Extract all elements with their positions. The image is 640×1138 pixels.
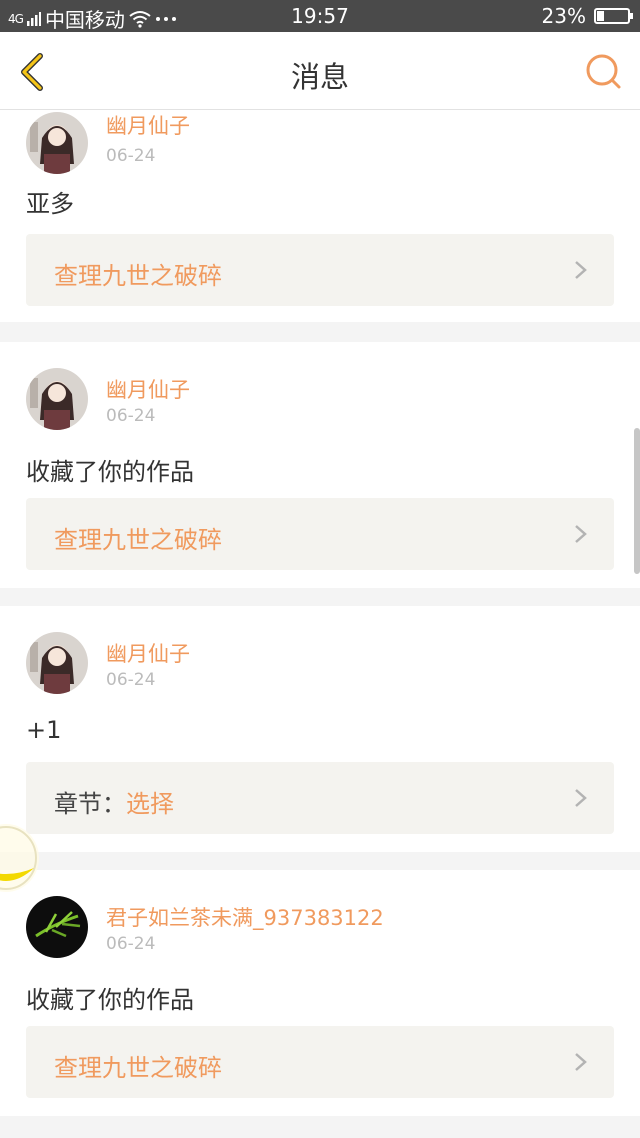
message-card: 幽月仙子 06-24 +1 章节：选择: [0, 606, 640, 852]
user-name[interactable]: 幽月仙子: [106, 638, 190, 668]
message-text: +1: [26, 716, 62, 744]
message-text: 收藏了你的作品: [26, 458, 194, 486]
link-label: 查理九世之破碎: [54, 526, 222, 554]
battery-icon: [594, 8, 633, 24]
status-bar: 4G 中国移动 19:57 23%: [0, 0, 640, 32]
link-label: 查理九世之破碎: [54, 1054, 222, 1082]
floating-assistant-ball[interactable]: [0, 824, 40, 896]
search-icon: [586, 54, 621, 89]
chevron-right-icon: [575, 261, 587, 279]
scrollbar[interactable]: [634, 428, 640, 574]
floating-ball-icon: [0, 824, 39, 892]
message-card: 幽月仙子 06-24 亚多 查理九世之破碎: [0, 110, 640, 322]
chevron-right-icon: [575, 789, 587, 807]
search-button[interactable]: [584, 52, 624, 92]
message-text: 收藏了你的作品: [26, 986, 194, 1014]
link-label: 查理九世之破碎: [54, 262, 222, 290]
girl-avatar-icon: [26, 112, 88, 174]
chevron-right-icon: [575, 1053, 587, 1071]
work-link[interactable]: 查理九世之破碎: [26, 1026, 614, 1098]
chevron-right-icon: [575, 525, 587, 543]
message-text: 亚多: [26, 190, 74, 218]
battery-fill: [597, 11, 604, 21]
message-date: 06-24: [106, 934, 156, 954]
message-list: 幽月仙子 06-24 亚多 查理九世之破碎 幽月仙子 06-24 收藏了你的作品…: [0, 110, 640, 1138]
message-card: 君子如兰茶未满_937383122 06-24 收藏了你的作品 查理九世之破碎: [0, 870, 640, 1116]
work-link[interactable]: 查理九世之破碎: [26, 234, 614, 306]
battery-percent: 23%: [541, 4, 586, 28]
message-date: 06-24: [106, 146, 156, 166]
girl-avatar-icon: [26, 368, 88, 430]
user-avatar[interactable]: [26, 632, 88, 694]
message-card: 幽月仙子 06-24 收藏了你的作品 查理九世之破碎: [0, 342, 640, 588]
user-name[interactable]: 幽月仙子: [106, 374, 190, 404]
user-name[interactable]: 君子如兰茶未满_937383122: [106, 902, 384, 932]
nav-bar: 消息: [0, 32, 640, 110]
message-date: 06-24: [106, 406, 156, 426]
girl-avatar-icon: [26, 632, 88, 694]
message-date: 06-24: [106, 670, 156, 690]
user-avatar[interactable]: [26, 112, 88, 174]
bamboo-avatar-icon: [26, 896, 88, 958]
work-link[interactable]: 查理九世之破碎: [26, 498, 614, 570]
chapter-link[interactable]: 章节：选择: [26, 762, 614, 834]
user-name[interactable]: 幽月仙子: [106, 110, 190, 140]
page-title: 消息: [290, 60, 349, 94]
link-label: 章节：选择: [54, 790, 174, 818]
user-avatar[interactable]: [26, 368, 88, 430]
status-right: 23%: [541, 4, 633, 28]
user-avatar[interactable]: [26, 896, 88, 958]
